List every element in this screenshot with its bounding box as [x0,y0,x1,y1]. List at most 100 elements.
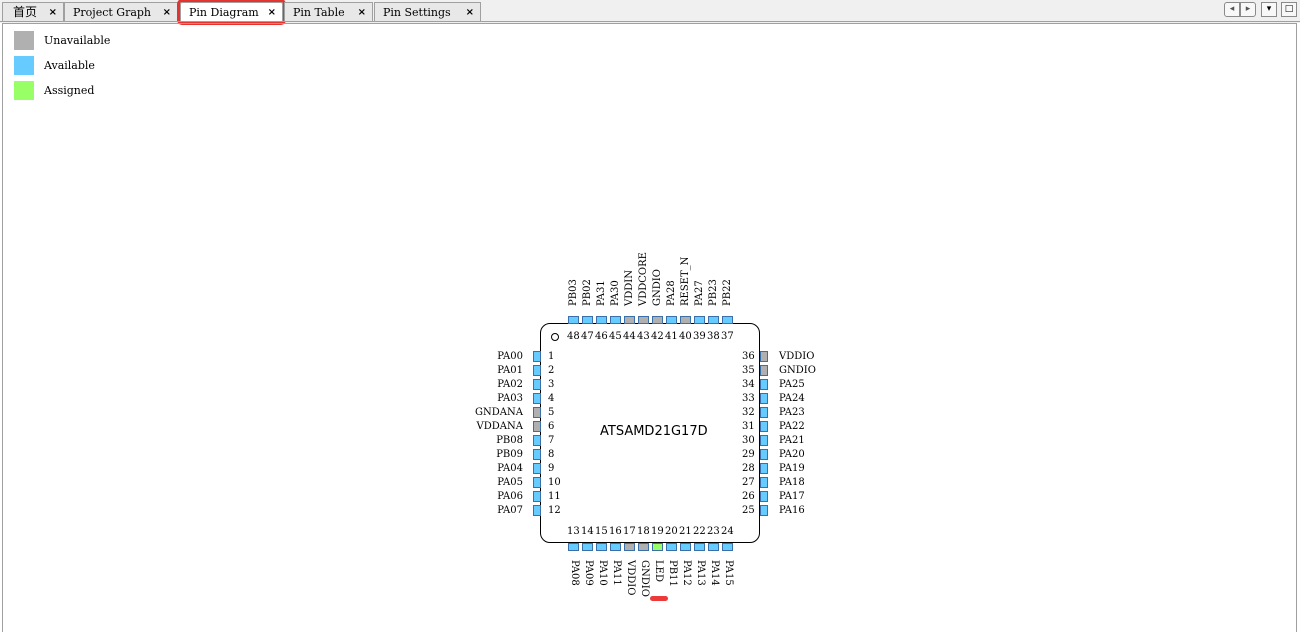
pin-number: 18 [637,526,650,537]
pin-number: 39 [693,331,706,342]
pin-42[interactable] [652,316,663,324]
pin-18[interactable] [638,543,649,551]
pin-label: PB23 [708,279,719,306]
pin-label: PA23 [779,407,805,418]
pin-label: GNDIO [779,365,816,376]
pin-label: PA17 [779,491,805,502]
chevron-left-icon[interactable]: ◂ [1224,2,1240,17]
pin-16[interactable] [610,543,621,551]
pin-38[interactable] [708,316,719,324]
pin-label: GNDIO [652,269,663,306]
pin-19[interactable] [652,543,663,551]
legend-label-assigned: Assigned [44,84,95,97]
pin-4[interactable] [533,393,541,404]
pin-11[interactable] [533,491,541,502]
pin-label: VDDCORE [638,252,649,306]
pin-17[interactable] [624,543,635,551]
pin-35[interactable] [760,365,768,376]
pin-27[interactable] [760,477,768,488]
pin-46[interactable] [596,316,607,324]
pin-label: PA30 [610,280,621,306]
pin-21[interactable] [680,543,691,551]
pin-41[interactable] [666,316,677,324]
pin-number: 20 [665,526,678,537]
tab-project-graph[interactable]: Project Graph × [64,2,178,21]
pin-label: PB22 [722,279,733,306]
pin-47[interactable] [582,316,593,324]
chevron-right-icon[interactable]: ▸ [1240,2,1256,17]
dropdown-icon[interactable]: ▾ [1261,2,1277,17]
pin-39[interactable] [694,316,705,324]
close-icon[interactable]: × [358,3,366,22]
pin-number: 4 [548,393,555,404]
pin-30[interactable] [760,435,768,446]
tabbar-divider [0,21,1300,22]
pin-label: PA06 [497,491,523,502]
pin-10[interactable] [533,477,541,488]
pin-number: 11 [548,491,561,502]
pin-13[interactable] [568,543,579,551]
maximize-icon[interactable]: □ [1281,2,1297,17]
pin-number: 17 [623,526,636,537]
pin-9[interactable] [533,463,541,474]
pin-48[interactable] [568,316,579,324]
pin-31[interactable] [760,421,768,432]
pin-37[interactable] [722,316,733,324]
tab-label: 首页 [13,5,38,19]
pin-45[interactable] [610,316,621,324]
pin-36[interactable] [760,351,768,362]
pin-7[interactable] [533,435,541,446]
pin-number: 28 [742,463,755,474]
tab-pin-diagram[interactable]: Pin Diagram × [177,0,286,25]
pin-34[interactable] [760,379,768,390]
tab-pin-table[interactable]: Pin Table × [284,2,373,21]
pin-6[interactable] [533,421,541,432]
pin-24[interactable] [722,543,733,551]
pin-label: VDDIO [625,560,636,596]
pin-32[interactable] [760,407,768,418]
pin-label: PA05 [497,477,523,488]
legend-swatch-available [14,56,34,75]
pin-label: PA11 [611,560,622,586]
pin-43[interactable] [638,316,649,324]
tab-home[interactable]: 首页 × [2,2,64,21]
tab-pin-settings[interactable]: Pin Settings × [374,2,481,21]
close-icon[interactable]: × [49,3,57,22]
pin-33[interactable] [760,393,768,404]
pin-2[interactable] [533,365,541,376]
pin-number: 1 [548,351,555,362]
pin-label: PA01 [497,365,523,376]
pin-12[interactable] [533,505,541,516]
pin-number: 48 [567,331,580,342]
pin-20[interactable] [666,543,677,551]
pin-3[interactable] [533,379,541,390]
pin-22[interactable] [694,543,705,551]
pin-label: PA24 [779,393,805,404]
pin-number: 23 [707,526,720,537]
pin-label: PA12 [681,560,692,586]
pin-14[interactable] [582,543,593,551]
pin-number: 33 [742,393,755,404]
pin-40[interactable] [680,316,691,324]
pin-label: PA18 [779,477,805,488]
close-icon[interactable]: × [466,3,474,22]
pin-number: 35 [742,365,755,376]
pin-29[interactable] [760,449,768,460]
pin-26[interactable] [760,491,768,502]
pin-15[interactable] [596,543,607,551]
pin-number: 2 [548,365,555,376]
pin-44[interactable] [624,316,635,324]
close-icon[interactable]: × [268,3,276,22]
pin-28[interactable] [760,463,768,474]
pin-5[interactable] [533,407,541,418]
pin-8[interactable] [533,449,541,460]
close-icon[interactable]: × [163,3,171,22]
pin-number: 19 [651,526,664,537]
legend-swatch-unavailable [14,31,34,50]
pin-number: 7 [548,435,555,446]
pin-label: RESET_N [680,256,691,306]
pin-number: 45 [609,331,622,342]
pin-23[interactable] [708,543,719,551]
pin-25[interactable] [760,505,768,516]
pin-1[interactable] [533,351,541,362]
